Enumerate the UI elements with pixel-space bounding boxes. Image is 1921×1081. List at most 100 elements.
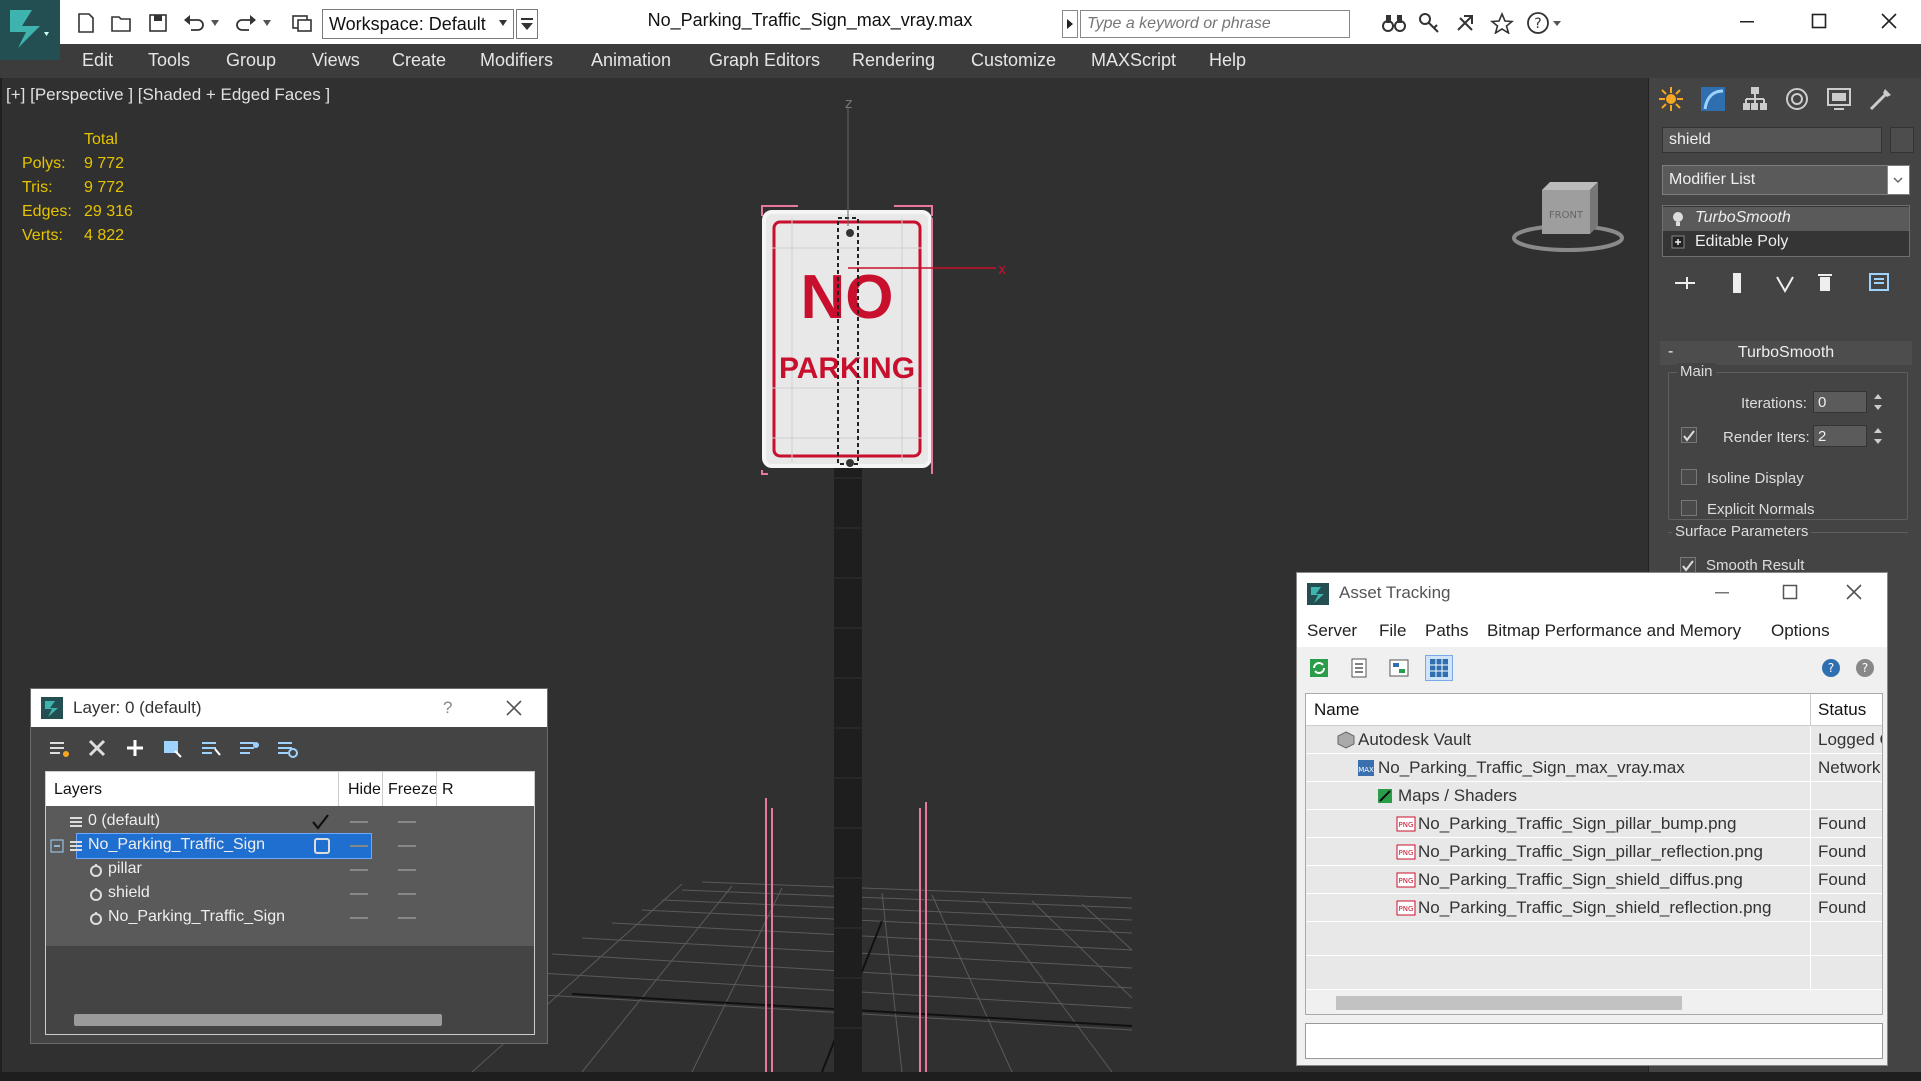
minimize-button[interactable] <box>1724 4 1770 38</box>
open-file-icon[interactable] <box>108 10 136 36</box>
isoline-display-checkbox[interactable] <box>1681 469 1697 485</box>
asset-menu-bitmap-performance[interactable]: Bitmap Performance and Memory <box>1487 621 1741 641</box>
menu-graph-editors[interactable]: Graph Editors <box>709 50 820 71</box>
viewcube-button[interactable] <box>1512 178 1622 288</box>
maximize-button[interactable] <box>1781 583 1799 606</box>
make-current-toggle[interactable] <box>314 838 330 854</box>
column-status[interactable]: Status <box>1818 700 1866 720</box>
utilities-tab-icon[interactable] <box>1862 82 1900 116</box>
layers-sort-icon[interactable] <box>45 735 73 761</box>
table-row[interactable]: MAX No_Parking_Traffic_Sign_max_vray.max… <box>1306 754 1882 782</box>
table-row[interactable]: PNG No_Parking_Traffic_Sign_shield_refle… <box>1306 894 1882 922</box>
create-tab-icon[interactable] <box>1652 82 1690 116</box>
explicit-normals-checkbox[interactable] <box>1681 500 1697 516</box>
delete-layer-icon[interactable] <box>83 735 111 761</box>
stack-item-editable-poly[interactable]: Editable Poly <box>1663 231 1909 255</box>
search-expand-icon[interactable] <box>1062 10 1078 38</box>
modify-tab-icon[interactable] <box>1694 82 1732 116</box>
hide-toggle[interactable] <box>350 893 368 895</box>
column-render[interactable]: R <box>442 781 454 799</box>
workspace-select[interactable]: Workspace: Default <box>322 9 514 39</box>
hierarchy-tab-icon[interactable] <box>1736 82 1774 116</box>
undo-icon[interactable] <box>180 10 208 36</box>
object-color-swatch[interactable] <box>1890 127 1914 153</box>
expand-plus-icon[interactable] <box>1671 235 1685 254</box>
show-end-result-icon[interactable] <box>1722 268 1752 298</box>
freeze-toggle[interactable] <box>398 917 416 919</box>
help-button[interactable]: ? <box>443 698 452 718</box>
help-icon[interactable]: ? <box>1524 10 1564 36</box>
menu-tools[interactable]: Tools <box>148 50 190 71</box>
tree-view-icon[interactable] <box>1385 655 1413 681</box>
column-layers[interactable]: Layers <box>54 781 102 799</box>
spinner-arrows-icon[interactable] <box>1873 391 1883 413</box>
new-file-icon[interactable] <box>72 10 100 36</box>
render-iters-spinner[interactable]: 2 <box>1813 425 1867 447</box>
menu-customize[interactable]: Customize <box>971 50 1056 71</box>
menu-rendering[interactable]: Rendering <box>852 50 935 71</box>
viewport-label[interactable]: [+] [Perspective ] [Shaded + Edged Faces… <box>6 85 330 105</box>
column-freeze[interactable]: Freeze <box>388 781 438 799</box>
communication-center-icon[interactable] <box>1452 10 1480 36</box>
horizontal-scrollbar[interactable] <box>1336 996 1682 1010</box>
table-view-icon[interactable] <box>1425 655 1453 681</box>
hide-toggle[interactable] <box>350 869 368 871</box>
modifier-list-dropdown[interactable]: Modifier List <box>1662 165 1910 195</box>
undo-dropdown-icon[interactable] <box>208 10 222 36</box>
spinner-arrows-icon[interactable] <box>1873 425 1883 447</box>
search-input[interactable] <box>1080 10 1350 38</box>
asset-dialog-titlebar[interactable]: Asset Tracking <box>1297 573 1887 615</box>
menu-modifiers[interactable]: Modifiers <box>480 50 553 71</box>
hide-toggle[interactable] <box>350 917 368 919</box>
table-row[interactable]: Maps / Shaders <box>1306 782 1882 810</box>
binoculars-icon[interactable] <box>1380 10 1408 36</box>
workspace-options-button[interactable] <box>516 9 538 39</box>
freeze-toggle[interactable] <box>398 869 416 871</box>
layer-dialog-titlebar[interactable]: Layer: 0 (default) ? <box>31 689 547 727</box>
close-icon[interactable] <box>505 699 523 722</box>
app-logo[interactable] <box>0 0 60 60</box>
project-folder-icon[interactable] <box>288 10 316 36</box>
menu-create[interactable]: Create <box>392 50 446 71</box>
freeze-toggle[interactable] <box>398 893 416 895</box>
table-row[interactable]: PNG No_Parking_Traffic_Sign_pillar_refle… <box>1306 838 1882 866</box>
hide-toggle[interactable] <box>350 821 368 823</box>
asset-menu-paths[interactable]: Paths <box>1425 621 1468 641</box>
freeze-toggle[interactable] <box>398 821 416 823</box>
motion-tab-icon[interactable] <box>1778 82 1816 116</box>
asset-menu-options[interactable]: Options <box>1771 621 1830 641</box>
configure-modifier-sets-icon[interactable] <box>1866 268 1896 298</box>
highlight-layer-icon[interactable] <box>235 735 263 761</box>
redo-icon[interactable] <box>232 10 260 36</box>
vault-help-icon[interactable]: ? <box>1817 655 1845 681</box>
iterations-spinner[interactable]: 0 <box>1813 391 1867 413</box>
list-view-icon[interactable] <box>1345 655 1373 681</box>
menu-group[interactable]: Group <box>226 50 276 71</box>
close-icon[interactable] <box>1845 583 1863 606</box>
hide-toggle[interactable] <box>350 845 368 847</box>
menu-animation[interactable]: Animation <box>591 50 671 71</box>
make-unique-icon[interactable] <box>1770 268 1800 298</box>
key-icon[interactable] <box>1416 10 1444 36</box>
close-button[interactable] <box>1866 4 1912 38</box>
favorites-star-icon[interactable] <box>1488 10 1516 36</box>
remove-modifier-icon[interactable] <box>1810 268 1840 298</box>
menu-maxscript[interactable]: MAXScript <box>1091 50 1176 71</box>
layer-properties-icon[interactable] <box>273 735 301 761</box>
save-icon[interactable] <box>144 10 172 36</box>
table-row[interactable]: PNG No_Parking_Traffic_Sign_pillar_bump.… <box>1306 810 1882 838</box>
add-to-layer-icon[interactable] <box>159 735 187 761</box>
smooth-result-checkbox[interactable] <box>1680 557 1696 573</box>
table-row[interactable]: PNG No_Parking_Traffic_Sign_shield_diffu… <box>1306 866 1882 894</box>
render-iters-checkbox[interactable] <box>1681 427 1697 443</box>
lightbulb-icon[interactable] <box>1671 211 1685 232</box>
create-layer-icon[interactable] <box>121 735 149 761</box>
table-row[interactable]: Autodesk Vault Logged C <box>1306 726 1882 754</box>
asset-menu-file[interactable]: File <box>1379 621 1406 641</box>
refresh-icon[interactable] <box>1305 655 1333 681</box>
turbosmooth-rollout-header[interactable]: - TurboSmooth <box>1660 341 1912 365</box>
freeze-toggle[interactable] <box>398 845 416 847</box>
column-hide[interactable]: Hide <box>348 781 381 799</box>
select-objects-in-layer-icon[interactable] <box>197 735 225 761</box>
object-name-field[interactable]: shield <box>1662 127 1882 153</box>
